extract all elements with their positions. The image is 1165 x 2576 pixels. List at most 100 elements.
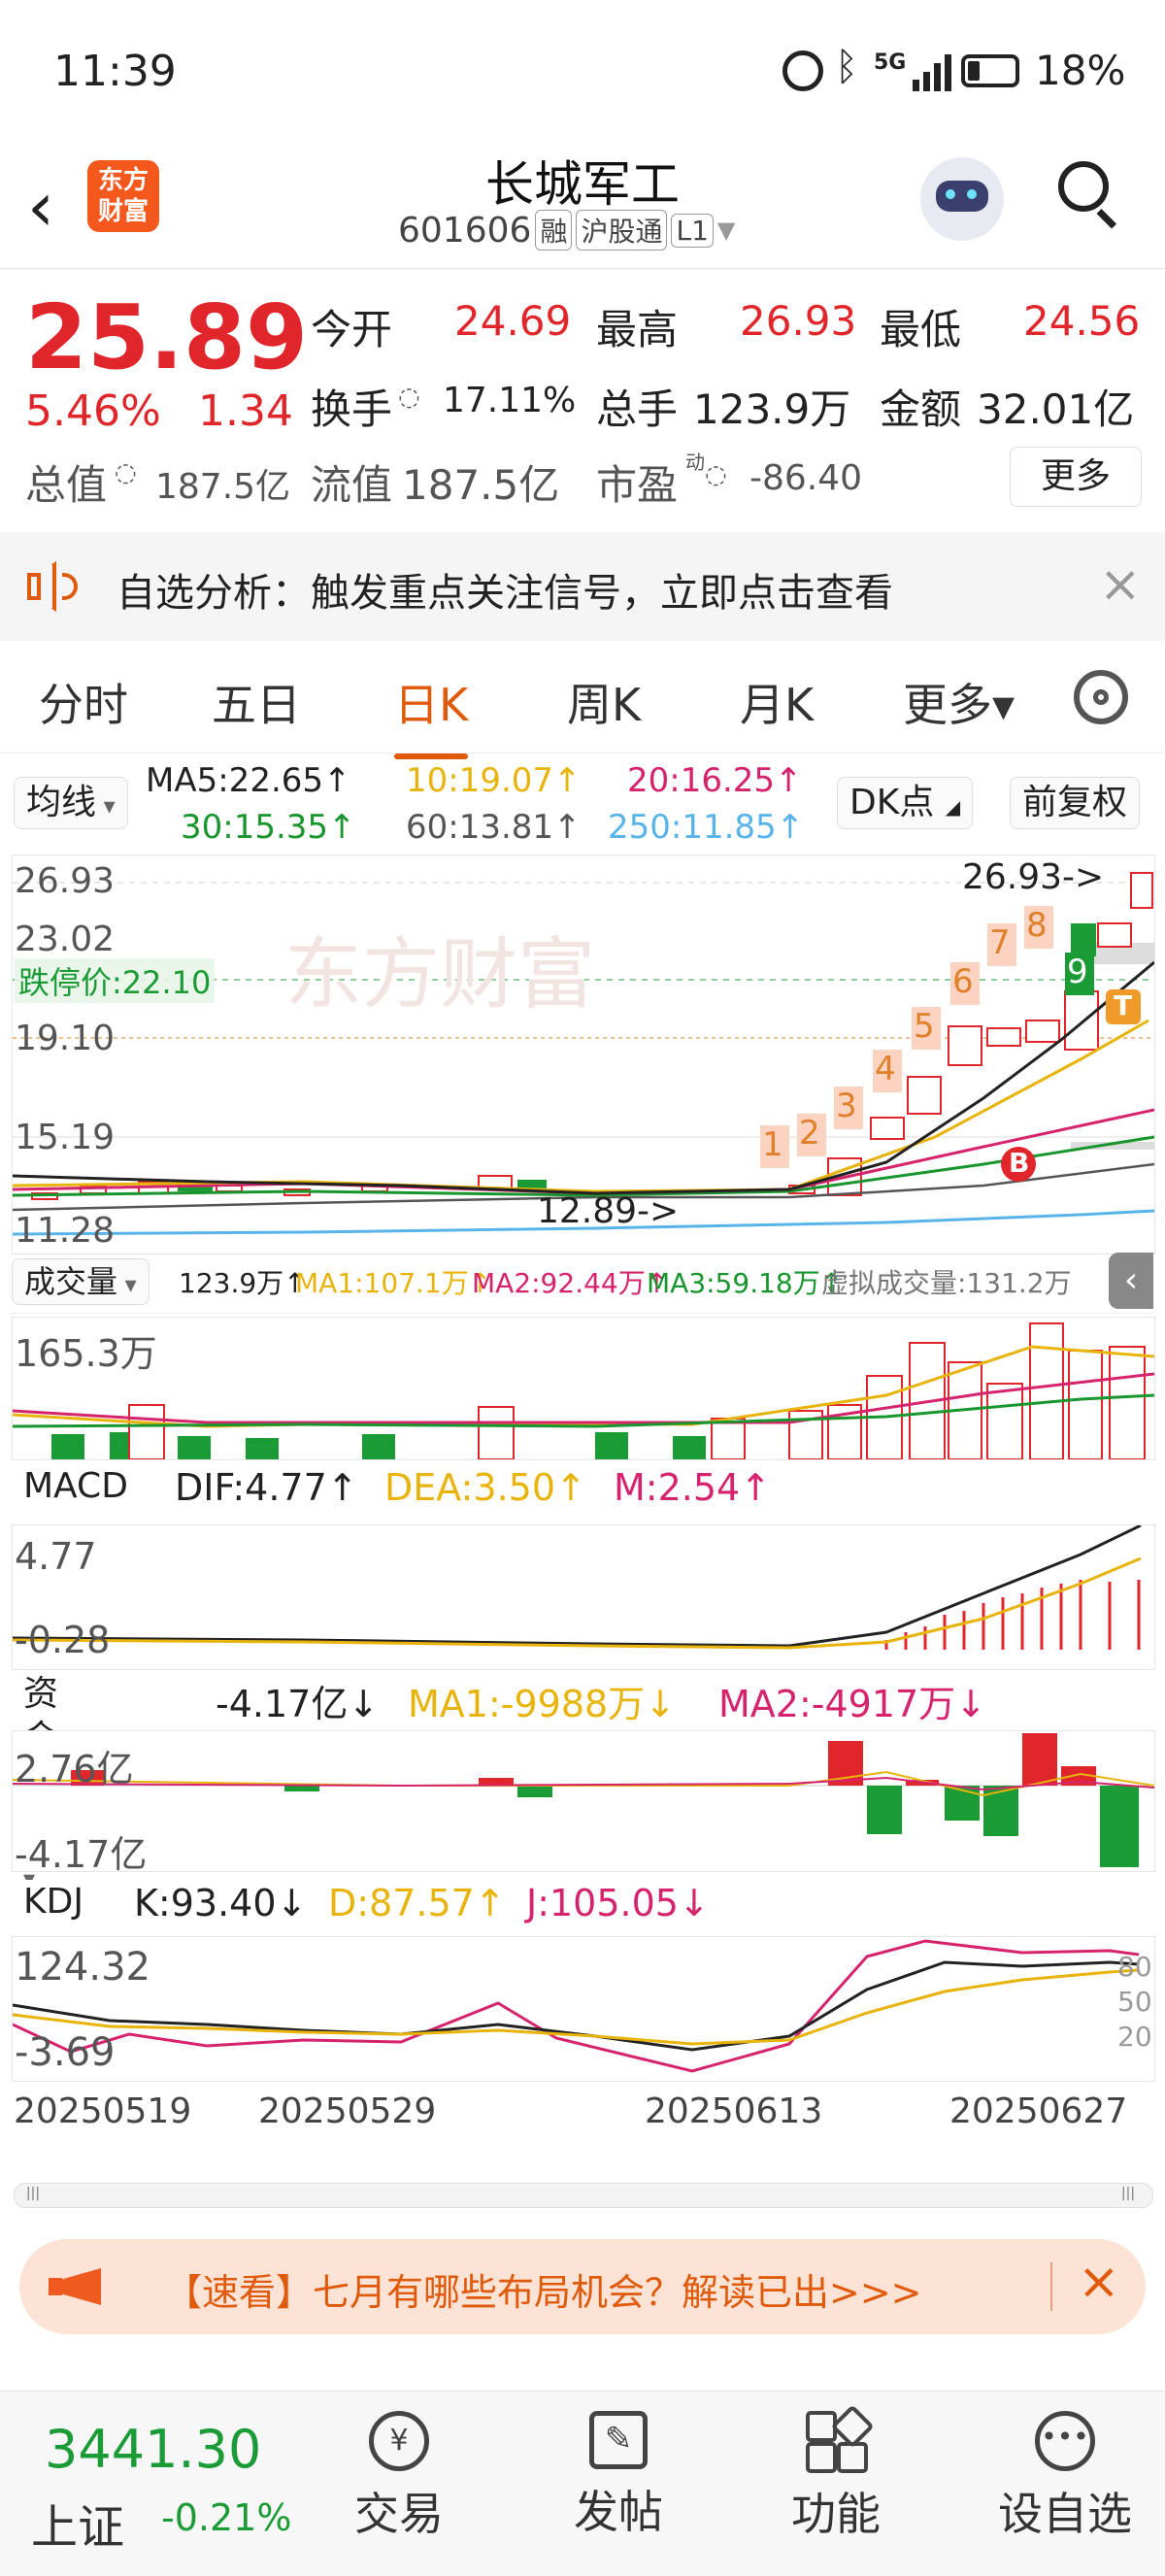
index-change: -0.21% [161,2496,292,2539]
macd-dea: DEA:3.50↑ [384,1466,586,1509]
count-4: 4 [875,1050,896,1088]
bluetooth-icon: ᛒ [835,45,858,89]
gear-icon[interactable] [1074,670,1128,724]
signal-t[interactable]: T [1114,989,1132,1021]
date-label-3: 20250613 [645,2091,823,2131]
macd-selector[interactable]: MACD [12,1464,140,1554]
date-label-2: 20250529 [258,2091,437,2131]
count-8: 8 [1026,906,1048,945]
info-icon-3[interactable]: ◌ [705,460,727,489]
stock-code: 601606 [398,210,532,251]
info-icon-2[interactable]: ◌ [115,458,137,487]
count-5: 5 [914,1007,935,1046]
watermark: 东方财富 [284,929,595,1020]
yen-icon: ¥ [369,2411,429,2471]
pe-value: -86.40 [749,458,863,498]
fund-trend-selector[interactable]: 资金趋势 [12,1672,71,1895]
dk-point-button[interactable]: DK点 ◢ [837,777,974,829]
index-value[interactable]: 3441.30 [45,2419,261,2480]
ma20-value: 20:16.25↑ [627,761,803,800]
index-name[interactable]: 上证 [31,2489,124,2557]
tab-five-day[interactable]: 五日 [212,670,301,734]
scroll-handle-right[interactable]: ||| [1114,2186,1143,2205]
low-label: 最低 [880,306,962,353]
adjust-button[interactable]: 前复权 [1010,777,1141,829]
kdj-level-80: 80 [1117,1951,1152,1983]
more-button[interactable]: 更多 [1010,447,1142,507]
analysis-notice[interactable]: 自选分析：触发重点关注信号，立即点击查看 × [0,532,1165,641]
close-icon[interactable]: × [1099,555,1142,614]
nav-trade-label: 交易 [354,2488,444,2540]
nav-trade[interactable]: ¥ 交易 [326,2411,472,2543]
count-3: 3 [836,1087,857,1125]
last-price: 25.89 [25,285,309,389]
macd-m: M:2.54↑ [614,1466,772,1509]
period-tabs: 分时 五日 日K 周K 月K 更多▾ [0,641,1165,759]
scroll-handle-left[interactable]: ||| [18,2186,48,2205]
nav-add-watchlist[interactable]: ••• 设自选 [982,2411,1148,2543]
count-6: 6 [952,962,974,1001]
nav-post-label: 发帖 [574,2486,663,2538]
volume-now: 123.9万↑ [179,1267,307,1299]
kdj-d: D:87.57↑ [328,1882,506,1924]
macd-y-top: 4.77 [15,1535,97,1578]
banner-divider [1050,2262,1052,2311]
kdj-selector[interactable]: KDJ [12,1880,95,1969]
count-1: 1 [762,1125,783,1164]
tab-weekly-k[interactable]: 周K [567,670,641,734]
change-percent: 5.46% [25,386,161,436]
info-icon[interactable]: ◌ [398,383,420,412]
y-label-top: 26.93 [15,861,116,901]
kline-chart[interactable]: 东方财富 26.93 23.02 19.10 15.19 11.28 跌停价:2… [12,854,1155,1255]
high-marker: 26.93-> [962,857,1105,897]
total-cap-label: 总值 [25,461,108,509]
robot-assistant-avatar[interactable] [920,157,1004,241]
tag-level: L1 [671,213,714,248]
volume-ma1: MA1:107.1万↑ [295,1267,492,1299]
macd-chart: 4.77 -0.28 [12,1524,1155,1670]
chart-scroll-range[interactable]: ||| ||| [14,2183,1153,2208]
ma30-value: 30:15.35↑ [181,808,356,847]
search-icon[interactable] [1058,161,1117,229]
volume-selector-label: 成交量 [24,1263,137,1300]
bottom-navigation: 3441.30 上证 -0.21% ¥ 交易 ✎ 发帖 功能 ••• 设自选 [0,2391,1165,2576]
limit-down-label: 跌停价:22.10 [15,958,216,1003]
kdj-level-50: 50 [1117,1986,1152,2018]
signal-icon [913,54,951,91]
dropdown-icon: ▼ [716,217,736,244]
open-label: 今开 [311,306,393,353]
promo-banner[interactable]: 【速看】七月有哪些布局机会？解读已出>>> × [19,2239,1146,2334]
edit-icon: ✎ [589,2411,648,2469]
high-label: 最高 [596,306,679,353]
tab-daily-k[interactable]: 日K [394,670,469,759]
buy-signal-b[interactable]: B [1009,1147,1029,1179]
turnover-label: 换手 [311,385,393,433]
banner-text: 【速看】七月有哪些布局机会？解读已出>>> [165,2271,922,2314]
kdj-level-20: 20 [1117,2021,1152,2053]
nav-add-watchlist-label: 设自选 [998,2488,1132,2540]
ma-selector[interactable]: 均线 [14,777,128,829]
kdj-y-bottom: -3.69 [15,2030,116,2075]
network-label: 5G [874,50,907,75]
low-marker: 12.89-> [537,1191,680,1231]
stock-header: ‹ 东方 财富 长城军工 601606 融 沪股通 L1 ▼ [0,146,1165,269]
kdj-svg [13,1939,1140,2073]
fund-trend-svg [13,1733,1154,1867]
ma-selector-label: 均线 [26,783,116,822]
battery-percent: 18% [1035,47,1126,94]
y-label-4: 15.19 [15,1118,116,1157]
volume-indicator-row: 成交量 123.9万↑ MA1:107.1万↑ MA2:92.44万↑ MA3:… [12,1253,1153,1314]
fund-trend-ma1: MA1:-9988万↓ [408,1683,677,1725]
banner-close-icon[interactable]: × [1078,2253,1120,2311]
notice-text: 自选分析：触发重点关注信号，立即点击查看 [116,571,893,616]
tab-monthly-k[interactable]: 月K [740,670,814,734]
open-value: 24.69 [454,297,572,345]
stock-code-row[interactable]: 601606 融 沪股通 L1 ▼ [398,210,735,251]
volume-selector[interactable]: 成交量 [12,1258,150,1305]
float-cap-value: 187.5亿 [402,461,560,509]
nav-functions[interactable]: 功能 [763,2404,909,2543]
tab-more[interactable]: 更多▾ [903,670,1015,734]
tab-intraday[interactable]: 分时 [39,670,128,734]
collapse-panel-button[interactable]: ‹ [1109,1253,1153,1309]
nav-post[interactable]: ✎ 发帖 [546,2411,691,2541]
